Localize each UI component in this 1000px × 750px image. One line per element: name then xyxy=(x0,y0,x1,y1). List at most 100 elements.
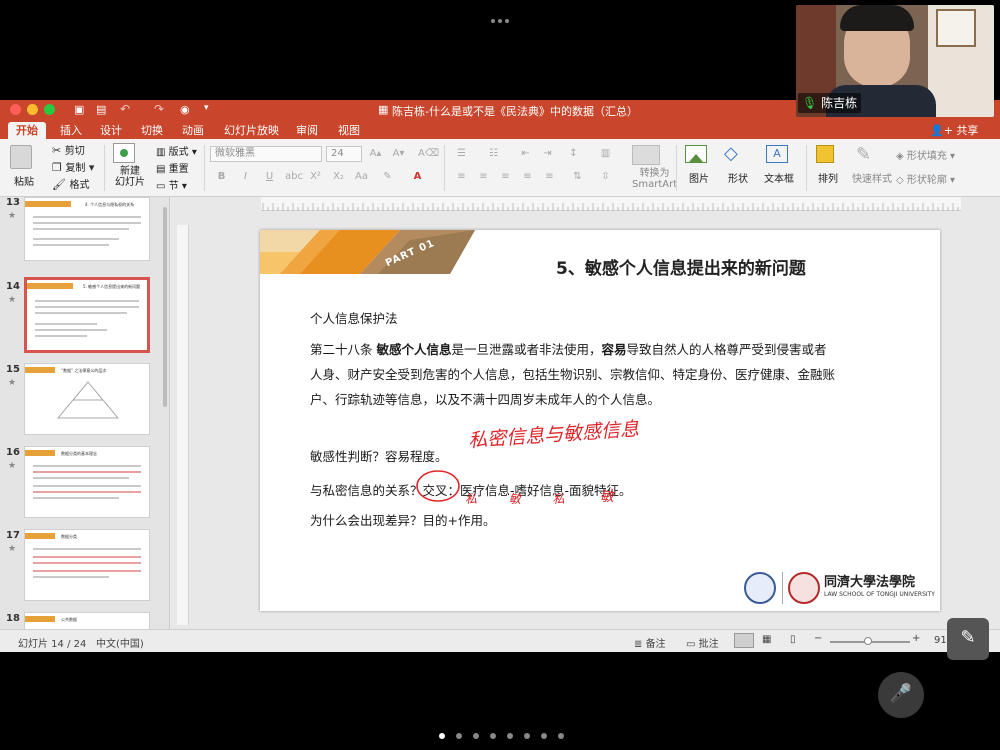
new-slide-button[interactable]: 新建 幻灯片 xyxy=(115,166,145,188)
textbox-button[interactable]: 文本框 xyxy=(764,170,794,185)
arrange-icon[interactable] xyxy=(816,145,834,163)
clear-format-icon[interactable]: A⌫ xyxy=(418,146,439,161)
justify-icon[interactable]: ≡ xyxy=(520,169,535,184)
increase-font-icon[interactable]: A▴ xyxy=(368,146,383,161)
italic-icon[interactable]: I xyxy=(238,169,253,184)
annotate-button[interactable]: ✎ xyxy=(947,618,989,660)
save-icon[interactable]: ▤ xyxy=(96,103,106,116)
notes-button[interactable]: ≣ 备注 xyxy=(634,635,666,650)
font-color-icon[interactable]: A xyxy=(410,169,425,184)
tab-review[interactable]: 审阅 xyxy=(288,122,326,139)
numbering-icon[interactable]: ☷ xyxy=(486,146,501,161)
shape-button[interactable]: 形状 xyxy=(728,170,748,185)
align-left-icon[interactable]: ≡ xyxy=(454,169,469,184)
change-case-icon[interactable]: Aa xyxy=(354,169,369,184)
quick-styles-button[interactable]: 快速样式 xyxy=(852,170,892,185)
slide-thumbnail-17[interactable]: 数据分类 xyxy=(24,529,150,601)
slide-thumbnail-13[interactable]: 4. 个人信息与隐私权的关系 xyxy=(24,197,150,261)
paste-button[interactable]: 粘贴 xyxy=(14,173,34,188)
more-dots-icon[interactable] xyxy=(490,9,510,23)
convert-smartart-button[interactable]: 转换为 SmartArt xyxy=(632,168,677,190)
cut-button[interactable]: ✂ 剪切 xyxy=(52,142,85,157)
zoom-out-icon[interactable]: − xyxy=(814,633,822,644)
thumbnails-scrollbar[interactable] xyxy=(163,207,167,407)
columns-icon[interactable]: ▥ xyxy=(598,146,613,161)
undo-icon[interactable]: ↶ xyxy=(120,102,130,116)
add-person-icon: 👤+ xyxy=(930,124,953,137)
picture-button[interactable]: 图片 xyxy=(689,170,709,185)
align-text-icon[interactable]: ⇳ xyxy=(598,169,613,184)
slide-canvas[interactable]: PART 01 5、敏感个人信息提出来的新问题 个人信息保护法 第二十八条 敏感… xyxy=(260,230,940,611)
highlight-icon[interactable]: ✎ xyxy=(380,169,395,184)
distributed-icon[interactable]: ≡ xyxy=(542,169,557,184)
editor-scrollbar[interactable] xyxy=(983,217,991,577)
quick-styles-icon[interactable]: ✎ xyxy=(856,144,871,165)
mute-button[interactable]: 🎤 xyxy=(878,672,924,718)
text-direction-icon[interactable]: ⇅ xyxy=(570,169,585,184)
decrease-indent-icon[interactable]: ⇤ xyxy=(518,146,533,161)
shape-fill-button[interactable]: ◈ 形状填充 ▾ xyxy=(896,147,955,162)
page-indicator[interactable] xyxy=(436,725,566,739)
slide-sorter-icon[interactable]: ▦ xyxy=(762,634,771,645)
arrange-button[interactable]: 排列 xyxy=(818,170,838,185)
tab-design[interactable]: 设计 xyxy=(92,122,130,139)
tab-view[interactable]: 视图 xyxy=(330,122,368,139)
font-size-select[interactable]: 24 xyxy=(326,146,362,162)
superscript-icon[interactable]: X² xyxy=(308,169,323,184)
reading-view-icon[interactable]: ▯ xyxy=(790,634,796,645)
thumb-number: 13 xyxy=(6,197,20,208)
language-indicator[interactable]: 中文(中国) xyxy=(96,635,144,650)
participant-video[interactable]: 🎙 陈吉栋 xyxy=(796,5,994,117)
comments-button[interactable]: ▭ 批注 xyxy=(686,635,719,650)
paste-icon[interactable] xyxy=(10,145,32,169)
slideshow-icon[interactable]: ◉ xyxy=(180,103,190,116)
smartart-icon[interactable] xyxy=(632,145,660,165)
zoom-slider-handle[interactable] xyxy=(864,637,872,645)
status-bar: 幻灯片 14 / 24 中文(中国) ≣ 备注 ▭ 批注 ▦ ▯ − + 91% xyxy=(0,629,1000,652)
share-button[interactable]: 👤+ 共享 xyxy=(930,122,978,138)
copy-button[interactable]: ❐ 复制 ▾ xyxy=(52,159,94,174)
subscript-icon[interactable]: X₂ xyxy=(331,169,346,184)
tab-slideshow[interactable]: 幻灯片放映 xyxy=(216,122,287,139)
align-center-icon[interactable]: ≡ xyxy=(476,169,491,184)
line-spacing-icon[interactable]: ↕ xyxy=(566,146,581,161)
tab-transitions[interactable]: 切换 xyxy=(133,122,171,139)
normal-view-icon[interactable] xyxy=(734,633,754,648)
law-school-seal-icon xyxy=(788,572,820,604)
tab-home[interactable]: 开始 xyxy=(8,122,46,139)
tab-animations[interactable]: 动画 xyxy=(174,122,212,139)
slide-thumbnail-15[interactable]: “数据” 之法律意义的层次 xyxy=(24,363,150,435)
align-right-icon[interactable]: ≡ xyxy=(498,169,513,184)
maximize-window-button[interactable] xyxy=(44,104,55,115)
minimize-window-button[interactable] xyxy=(27,104,38,115)
decrease-font-icon[interactable]: A▾ xyxy=(391,146,406,161)
slide-thumbnail-18[interactable]: 公共数据 xyxy=(24,612,150,629)
page-dot xyxy=(456,733,462,739)
increase-indent-icon[interactable]: ⇥ xyxy=(540,146,555,161)
pencil-icon: ✎ xyxy=(960,627,976,648)
slide-thumbnail-14[interactable]: 5. 敏感个人信息提出来的新问题 xyxy=(24,277,150,353)
redo-icon[interactable]: ↷ xyxy=(154,102,164,116)
customize-toolbar-icon[interactable]: ▾ xyxy=(204,103,209,113)
format-painter-button[interactable]: 🖌 格式 xyxy=(52,176,89,191)
bullets-icon[interactable]: ☰ xyxy=(454,146,469,161)
sidebar-toggle-icon[interactable]: ▣ xyxy=(74,103,84,116)
tab-insert[interactable]: 插入 xyxy=(52,122,90,139)
slide-thumbnail-16[interactable]: 数据分类的基本理念 xyxy=(24,446,150,518)
layout-button[interactable]: ▥ 版式 ▾ xyxy=(156,143,197,158)
textbox-icon[interactable]: A xyxy=(766,145,788,163)
new-slide-icon[interactable] xyxy=(113,143,135,163)
section-icon: ▭ xyxy=(156,181,169,192)
strikethrough-icon[interactable]: abc xyxy=(284,169,304,184)
bold-icon[interactable]: B xyxy=(214,169,229,184)
article-line-3: 户、行踪轨迹等信息，以及不满十四周岁未成年人的个人信息。 xyxy=(310,392,661,407)
shape-outline-button[interactable]: ◇ 形状轮廓 ▾ xyxy=(896,171,955,186)
underline-icon[interactable]: U xyxy=(262,169,277,184)
section-button[interactable]: ▭ 节 ▾ xyxy=(156,177,187,192)
reset-button[interactable]: ▤ 重置 xyxy=(156,160,189,175)
font-name-select[interactable]: 微软雅黑 xyxy=(210,146,322,162)
close-window-button[interactable] xyxy=(10,104,21,115)
zoom-in-icon[interactable]: + xyxy=(912,633,920,644)
picture-icon[interactable] xyxy=(685,145,707,163)
shape-icon[interactable]: ◇ xyxy=(724,143,738,164)
